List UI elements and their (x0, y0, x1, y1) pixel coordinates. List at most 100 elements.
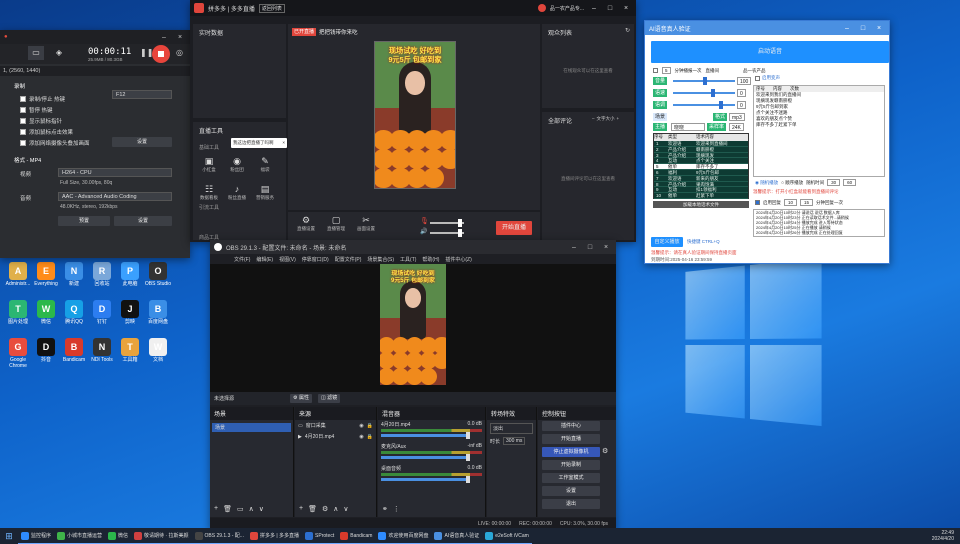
menu-item[interactable]: 工具(T) (400, 256, 416, 263)
rate-value[interactable]: 100 (737, 77, 752, 85)
fader-thumb[interactable] (465, 454, 470, 461)
obs-control-button[interactable]: 设置 (542, 486, 600, 496)
random-play-option[interactable]: ◉ 随机播放 (755, 180, 778, 186)
desktop-icon[interactable]: T 工具箱 (116, 338, 144, 363)
desktop-icon[interactable]: T 图片处理 (4, 300, 32, 325)
taskbar-item[interactable]: Bandicam (337, 528, 376, 544)
bottom-tool[interactable]: ✂ 画面设置 (356, 215, 376, 232)
desktop-icon[interactable]: W 微信 (32, 300, 60, 325)
stop-record-button[interactable] (152, 45, 170, 63)
speaker-icon[interactable]: 🔊 (420, 228, 427, 235)
live-video-frame[interactable]: 现场试吃 好吃到 9元5斤 包邮到家 (374, 41, 456, 189)
use-voice-option[interactable]: 启用变声 (755, 75, 780, 81)
start-icon[interactable]: ⊞ (0, 531, 18, 542)
taskbar-item[interactable]: AI语音真人验证 (431, 528, 483, 544)
desktop-icon[interactable]: D 钉钉 (88, 300, 116, 325)
minimize-icon[interactable]: – (158, 34, 170, 41)
desktop-icon[interactable]: D 抖音 (32, 338, 60, 363)
hotkey-field[interactable]: F12 (112, 90, 172, 99)
obs-preview-area[interactable]: 现场试吃 好吃到 9元5斤 包邮到家 (210, 264, 616, 392)
menu-item[interactable]: 编辑(E) (256, 256, 273, 263)
volume-fader[interactable] (381, 454, 470, 461)
slider-thumb[interactable] (719, 101, 723, 109)
font-size-control[interactable]: – 文字大小 + (592, 116, 619, 122)
menu-item[interactable]: 插件中心(Z) (445, 256, 471, 263)
taskbar-item[interactable]: 微信 (105, 528, 132, 544)
gear-icon[interactable]: ⚙ (322, 505, 328, 513)
down-icon[interactable]: ∨ (343, 505, 348, 513)
obs-control-button[interactable]: 开始直播 (542, 434, 600, 444)
volume-fader[interactable] (381, 476, 470, 483)
checkbox[interactable] (20, 95, 26, 102)
eye-icon[interactable]: ◉ (359, 423, 363, 429)
gear-icon[interactable]: ⚙ (602, 447, 608, 455)
slider-thumb[interactable] (703, 77, 707, 85)
close-icon[interactable]: × (620, 5, 632, 12)
video-codec[interactable]: H264 - CPU (58, 168, 172, 177)
reply-from[interactable]: 10 (784, 199, 798, 206)
desktop-icon[interactable]: N 新建 (60, 262, 88, 287)
taskbar-item[interactable]: SProtect (302, 528, 338, 544)
script-text-area[interactable]: 序号 内容 次数 欢迎来到我们的直播间 现摘现发赣南脐橙 9元5斤包邮到家 点个关注不迷路… (753, 85, 885, 177)
desktop-icon[interactable]: E Everything (32, 262, 60, 287)
fader-thumb[interactable] (465, 476, 470, 483)
maximize-icon[interactable]: □ (857, 25, 869, 32)
desktop-icon[interactable]: Q 腾讯QQ (60, 300, 88, 325)
taskbar-item[interactable]: 欢迎使用百度网盘 (375, 528, 432, 544)
custom-play-button[interactable]: 自定义播放 (651, 237, 683, 247)
desktop-icon[interactable]: R 回收站 (88, 262, 116, 287)
desktop-icon[interactable]: B Bandicam (60, 338, 88, 363)
gamepad-icon[interactable]: ◈ (52, 46, 66, 60)
scene-button[interactable]: 场景 (653, 113, 668, 121)
screen-mode-icon[interactable]: ▭ (28, 46, 44, 60)
desktop-icon[interactable]: A Administr... (4, 262, 32, 287)
refresh-icon[interactable]: ↻ (625, 27, 630, 34)
more-icon[interactable]: ⋮ (393, 505, 400, 513)
bottom-tool[interactable]: ▢ 直播管理 (326, 215, 346, 232)
font-minus[interactable]: – (592, 116, 595, 122)
preset-button[interactable]: 预置 (58, 216, 110, 226)
checkbox[interactable] (20, 139, 26, 146)
taskbar-item[interactable]: 监控程序 (18, 528, 55, 544)
desktop-icon[interactable]: B 百度网盘 (144, 300, 172, 325)
font-plus[interactable]: + (617, 116, 620, 122)
table-row[interactable]: 10 催单 赶紧下单 (654, 193, 748, 199)
lock-icon[interactable]: 🔒 (367, 434, 373, 440)
scene-item[interactable]: 场景 (212, 423, 291, 432)
duration-input[interactable]: 300 ms (503, 437, 526, 445)
checkbox[interactable] (20, 128, 26, 135)
rate-slider[interactable] (673, 77, 735, 85)
checkbox[interactable] (20, 106, 26, 113)
desktop-icon[interactable]: W 文档 (144, 338, 172, 363)
add-icon[interactable]: + (299, 505, 303, 513)
taskbar-item[interactable]: OBS 29.1.3 - 配... (191, 528, 247, 544)
desktop-icon[interactable]: O OBS Studio (144, 262, 172, 287)
checkbox[interactable] (20, 117, 26, 124)
desktop-icon[interactable]: J 剪映 (116, 300, 144, 325)
live-tool[interactable]: ◉ 粉丝团 (227, 156, 247, 173)
lock-icon[interactable]: 🔒 (367, 423, 373, 429)
obs-control-button[interactable]: 退出 (542, 499, 600, 509)
menu-item[interactable]: 配置文件(P) (335, 256, 362, 263)
start-voice-button[interactable]: 启动语音 (651, 41, 889, 63)
trash-icon[interactable]: 🗑 (223, 505, 232, 513)
order-play-option[interactable]: ○ 顺序播放 (781, 180, 803, 186)
audio-codec[interactable]: AAC - Advanced Audio Coding (58, 192, 172, 201)
taskbar-item[interactable]: 拼多多 | 多多直播 (246, 528, 303, 544)
option-click[interactable]: 添加鼠标点击效果 (0, 126, 190, 137)
obs-control-button[interactable]: 工作室模式 (542, 473, 600, 483)
fader-thumb[interactable] (465, 432, 470, 439)
menu-item[interactable]: 帮助(H) (422, 256, 439, 263)
filters-button[interactable]: ◫ 滤镜 (318, 394, 341, 403)
menu-item[interactable]: 视图(V) (279, 256, 296, 263)
volume-fader[interactable] (381, 432, 470, 439)
bottom-tool[interactable]: ⚙ 直播设置 (296, 215, 316, 232)
speaker-volume-slider[interactable] (430, 229, 464, 237)
slider-thumb[interactable] (711, 89, 715, 97)
desktop-icon[interactable]: G Google Chrome (4, 338, 32, 369)
checkbox[interactable] (755, 200, 760, 205)
transition-select[interactable]: 淡出 (490, 423, 533, 434)
minimize-icon[interactable]: – (841, 25, 853, 32)
filter-icon[interactable]: ▭ (237, 505, 244, 513)
record-settings-button[interactable]: 设置 (112, 137, 172, 147)
